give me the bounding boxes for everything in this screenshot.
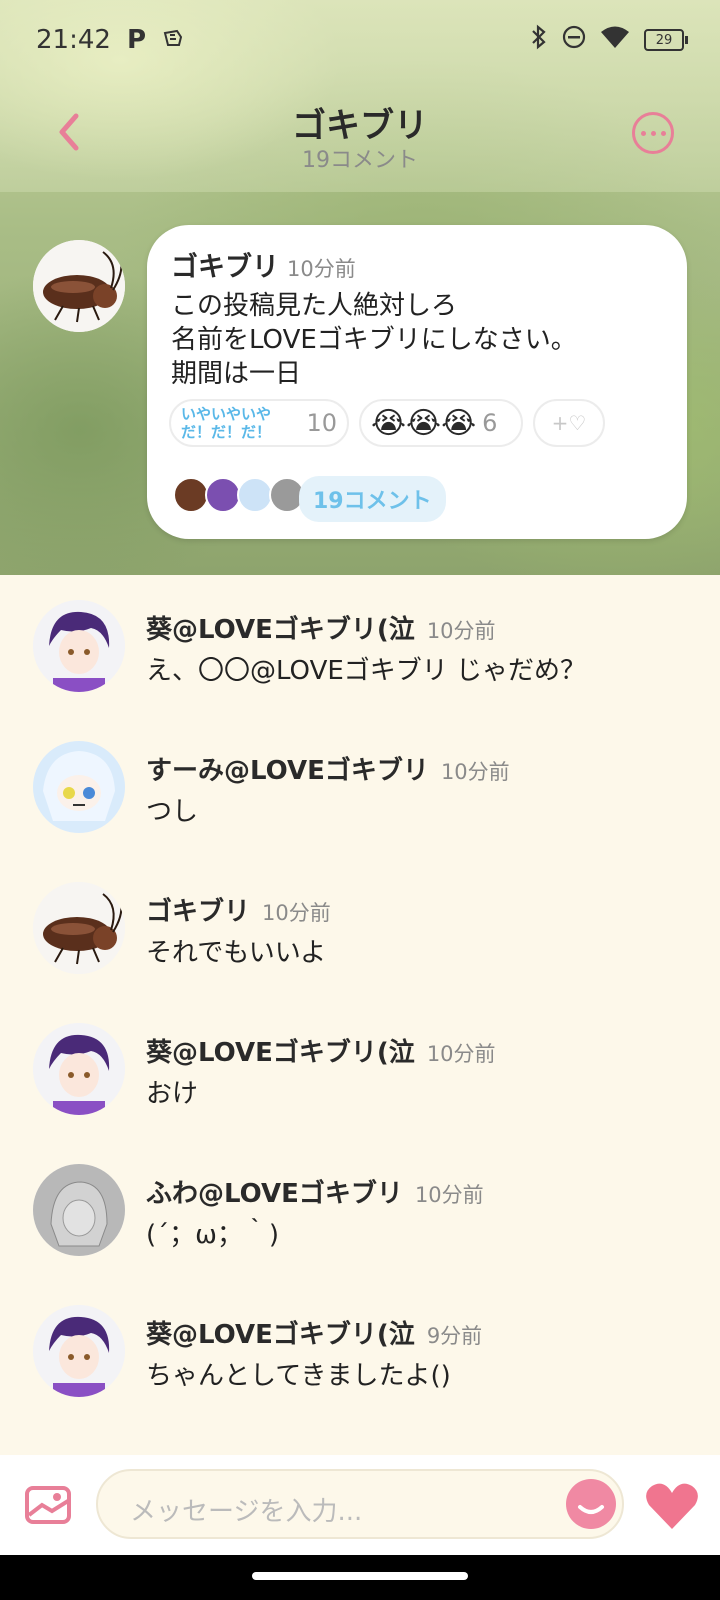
comment-text: ちゃんとしてきましたよ() (146, 1361, 451, 1391)
attach-image-button[interactable] (24, 1485, 72, 1525)
anime-boy-avatar-icon (33, 600, 125, 692)
stamp-button[interactable] (566, 1479, 616, 1529)
comment-author-name: 葵@LOVEゴキブリ(泣 (146, 1320, 415, 1350)
add-reaction-button[interactable]: +♡ (533, 399, 605, 447)
comment-text: え、〇〇@LOVEゴキブリ じゃだめ？ (146, 656, 587, 686)
crying-face-emoji-icon: 😭😭😭 (371, 405, 477, 441)
commenter-avatar[interactable] (33, 882, 125, 974)
reaction-stamp-button[interactable]: いやいやいや だ！だ！だ！ 10 (169, 399, 349, 447)
status-bar: 21:42 P 29 (36, 20, 688, 60)
commenter-avatar[interactable] (33, 1305, 125, 1397)
more-dot-icon (650, 130, 656, 136)
cockroach-icon (33, 882, 125, 974)
comment-author-name: 葵@LOVEゴキブリ(泣 (146, 1038, 415, 1068)
message-composer: メッセージを入力... (0, 1455, 720, 1555)
reaction-count: 10 (306, 409, 337, 437)
comment-time: 10分前 (426, 619, 496, 643)
page-subtitle: 19コメント (302, 148, 418, 173)
comment-author-name: ふわ@LOVEゴキブリ (146, 1179, 403, 1209)
anime-girl-avatar-icon (33, 741, 125, 833)
mini-avatar (237, 477, 273, 513)
p-app-icon: P (126, 25, 146, 55)
more-options-button[interactable] (632, 112, 674, 154)
comment-item: すーみ@LOVEゴキブリ 10分前 つし (0, 716, 720, 856)
post-author-avatar[interactable] (33, 240, 125, 332)
anime-boy-avatar-icon (33, 1023, 125, 1115)
status-time: 21:42 (36, 25, 111, 55)
notification-icon (162, 27, 184, 54)
post-card: ゴキブリ 10分前 この投稿見た人絶対しろ 名前をLOVEゴキブリにしなさい。 期… (147, 225, 687, 539)
post-text-line: この投稿見た人絶対しろ (171, 291, 458, 321)
comment-time: 10分前 (262, 901, 331, 925)
mini-avatar (173, 477, 209, 513)
commenter-avatar[interactable] (33, 600, 125, 692)
comment-author-name: すーみ@LOVEゴキブリ (146, 756, 429, 786)
post-author[interactable]: ゴキブリ 10分前 (171, 245, 356, 284)
comment-author-name: ゴキブリ (146, 897, 251, 927)
comment-count-chip[interactable]: 19コメント (299, 476, 446, 522)
comment-author-name: 葵@LOVEゴキブリ(泣 (146, 615, 415, 645)
comment-time: 10分前 (414, 1183, 484, 1207)
heart-icon (646, 1483, 698, 1529)
post-text-line: 名前をLOVEゴキブリにしなさい。 (171, 325, 577, 355)
wifi-icon (600, 25, 630, 55)
post-author-name: ゴキブリ (171, 252, 279, 283)
stamp-label: いやいやいや だ！だ！だ！ (181, 405, 272, 441)
comment-text: (´；ω；｀) (146, 1220, 280, 1250)
comment-text: それでもいいよ (146, 938, 327, 968)
comment-author[interactable]: すーみ@LOVEゴキブリ 10分前 (146, 750, 510, 787)
like-button[interactable] (644, 1481, 700, 1531)
heart-plus-icon: +♡ (551, 411, 587, 435)
comment-text: つし (146, 797, 199, 827)
do-not-disturb-icon (562, 25, 586, 55)
anime-boy-avatar-icon (33, 1305, 125, 1397)
commenter-avatar[interactable] (33, 1164, 125, 1256)
comment-time: 10分前 (440, 760, 510, 784)
comment-time: 9分前 (426, 1324, 483, 1348)
reaction-crying-button[interactable]: 😭😭😭 6 (359, 399, 523, 447)
commenter-avatar[interactable] (33, 741, 125, 833)
battery-icon: 29 (644, 29, 688, 51)
comment-list[interactable]: 葵@LOVEゴキブリ(泣 10分前 え、〇〇@LOVEゴキブリ じゃだめ？ すーみ… (0, 575, 720, 1455)
comment-text: おけ (146, 1079, 199, 1109)
comment-author[interactable]: 葵@LOVEゴキブリ(泣 9分前 (146, 1314, 482, 1351)
system-navigation-bar (0, 1555, 720, 1600)
commenter-avatars[interactable] (173, 477, 305, 513)
comment-author[interactable]: ゴキブリ 10分前 (146, 891, 331, 928)
message-input[interactable]: メッセージを入力... (96, 1469, 624, 1539)
home-indicator[interactable] (252, 1572, 468, 1580)
sketch-avatar-icon (33, 1164, 125, 1256)
comment-item: 葵@LOVEゴキブリ(泣 10分前 え、〇〇@LOVEゴキブリ じゃだめ？ (0, 575, 720, 715)
post-text-line: 期間は一日 (171, 359, 302, 389)
image-icon (25, 1486, 71, 1524)
page-title: ゴキブリ (292, 106, 428, 146)
reaction-count: 6 (482, 409, 498, 437)
more-dot-icon (640, 130, 646, 136)
comment-item: 葵@LOVEゴキブリ(泣 9分前 ちゃんとしてきましたよ() (0, 1280, 720, 1420)
comment-author[interactable]: ふわ@LOVEゴキブリ 10分前 (146, 1173, 484, 1210)
comment-author[interactable]: 葵@LOVEゴキブリ(泣 10分前 (146, 609, 496, 646)
commenter-avatar[interactable] (33, 1023, 125, 1115)
mini-avatar (205, 477, 241, 513)
bluetooth-icon (530, 24, 548, 56)
reaction-bar: いやいやいや だ！だ！だ！ 10 😭😭😭 6 +♡ (169, 399, 605, 447)
comment-item: ふわ@LOVEゴキブリ 10分前 (´；ω；｀) (0, 1139, 720, 1279)
cockroach-icon (33, 240, 125, 332)
more-dot-icon (660, 130, 666, 136)
comment-item: ゴキブリ 10分前 それでもいいよ (0, 857, 720, 997)
comment-item: 葵@LOVEゴキブリ(泣 10分前 おけ (0, 998, 720, 1138)
smile-icon (578, 1505, 604, 1514)
post-time: 10分前 (287, 257, 356, 281)
comment-author[interactable]: 葵@LOVEゴキブリ(泣 10分前 (146, 1032, 496, 1069)
message-input-placeholder: メッセージを入力... (130, 1497, 363, 1527)
comment-time: 10分前 (426, 1042, 496, 1066)
top-nav: ゴキブリ 19コメント (0, 92, 720, 182)
